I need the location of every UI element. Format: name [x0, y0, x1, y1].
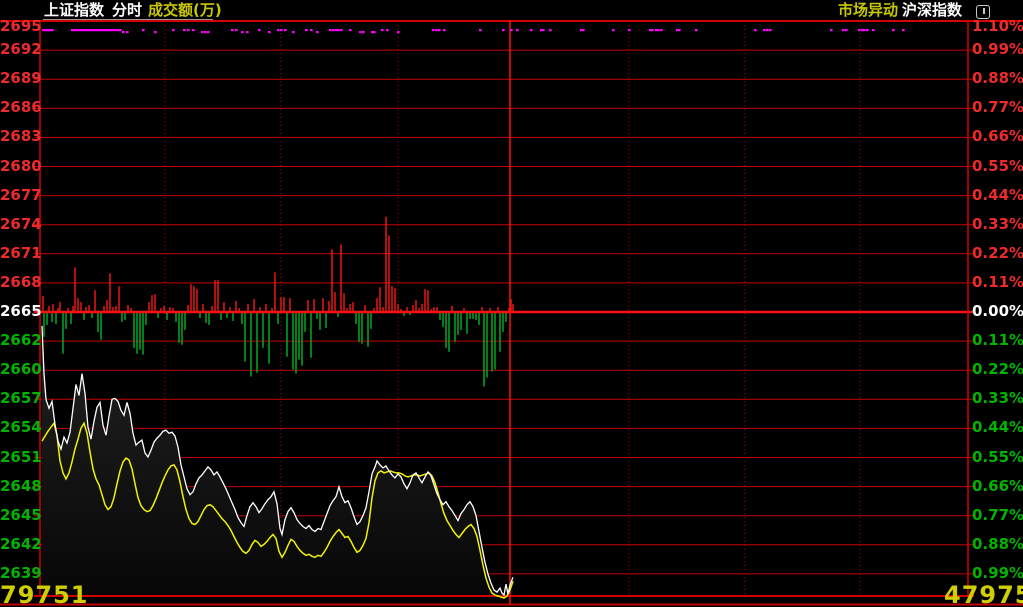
price-tick-label: 2639: [0, 566, 37, 581]
price-tick-label: 2648: [0, 479, 37, 494]
price-tick-label: 2671: [0, 246, 37, 261]
price-tick-label: 2680: [0, 159, 37, 174]
percent-tick-label: 0.88%: [972, 537, 1023, 552]
percent-tick-label: 0.22%: [972, 362, 1023, 377]
percent-tick-label: 0.66%: [972, 479, 1023, 494]
intraday-chart-canvas[interactable]: [0, 0, 1023, 607]
percent-tick-label: 0.11%: [972, 333, 1023, 348]
price-tick-label: 2662: [0, 333, 37, 348]
percent-tick-label: 0.99%: [972, 42, 1023, 57]
volume-axis-label: 成交额(万): [148, 1, 222, 20]
percent-tick-label: 0.99%: [972, 566, 1023, 581]
percent-tick-label: 0.77%: [972, 508, 1023, 523]
price-tick-label: 2692: [0, 42, 37, 57]
price-tick-label: 2668: [0, 275, 37, 290]
percent-tick-label: 0.00%: [972, 304, 1023, 319]
price-tick-label: 2677: [0, 188, 37, 203]
percent-tick-label: 0.44%: [972, 420, 1023, 435]
bottom-right-volume-value: 479751: [944, 583, 1023, 607]
price-tick-label: 2660: [0, 362, 37, 377]
intraday-chart-screen: 上证指数 分时 成交额(万) 市场异动 沪深指数 2695 2692 2689 268…: [0, 0, 1023, 607]
percent-tick-label: 0.33%: [972, 217, 1023, 232]
percent-tick-label: 0.44%: [972, 188, 1023, 203]
index-name-title[interactable]: 上证指数: [44, 1, 104, 20]
percent-tick-label: 0.55%: [972, 159, 1023, 174]
title-underline: [43, 19, 213, 20]
price-area-fill: [42, 326, 513, 595]
bottom-left-volume-value: 79751: [0, 583, 89, 607]
price-tick-label: 2665: [0, 304, 37, 319]
index-switch-button[interactable]: 沪深指数: [902, 1, 962, 20]
percent-tick-label: 0.22%: [972, 246, 1023, 261]
price-tick-label: 2686: [0, 100, 37, 115]
price-tick-label: 2689: [0, 71, 37, 86]
percent-tick-label: 0.88%: [972, 71, 1023, 86]
marker-dots: [42, 29, 905, 33]
price-tick-label: 2651: [0, 450, 37, 465]
market-alert-button[interactable]: 市场异动: [838, 1, 898, 20]
price-tick-label: 2683: [0, 129, 37, 144]
percent-tick-label: 0.11%: [972, 275, 1023, 290]
price-tick-label: 2657: [0, 391, 37, 406]
price-tick-label: 2645: [0, 508, 37, 523]
price-tick-label: 2695: [0, 19, 37, 34]
price-tick-label: 2642: [0, 537, 37, 552]
percent-tick-label: 0.66%: [972, 129, 1023, 144]
price-tick-label: 2674: [0, 217, 37, 232]
tab-intraday[interactable]: 分时: [112, 1, 142, 20]
percent-tick-label: 0.77%: [972, 100, 1023, 115]
percent-tick-label: 0.55%: [972, 450, 1023, 465]
percent-tick-label: 1.10%: [972, 19, 1023, 34]
percent-tick-label: 0.33%: [972, 391, 1023, 406]
price-tick-label: 2654: [0, 420, 37, 435]
minute-change-bars: [43, 217, 513, 387]
